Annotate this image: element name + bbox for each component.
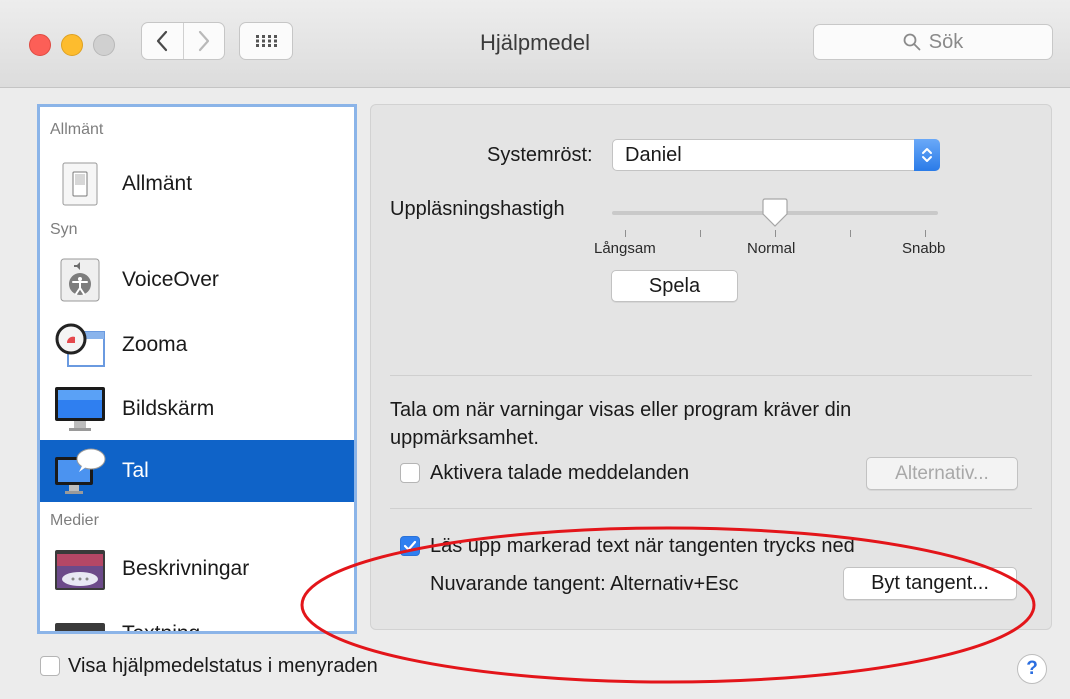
group-label-general: Allmänt [50,121,104,138]
system-voice-label: Systemröst: [487,144,593,166]
enable-announcements-label: Aktivera talade meddelanden [430,462,690,484]
group-label-media: Medier [50,512,99,529]
slider-tick [775,230,776,237]
sidebar-item-general[interactable]: Allmänt [40,153,354,215]
sidebar-item-label: VoiceOver [122,268,219,291]
sidebar-item-label: Bildskärm [122,397,215,420]
play-button[interactable]: Spela [611,270,738,302]
slider-tick [925,230,926,237]
sidebar-item-captions[interactable]: Textning [40,603,354,634]
speak-selection-checkbox[interactable] [400,536,420,556]
category-list[interactable]: Allmänt Allmänt Syn VoiceOver Zooma Bild… [37,104,357,634]
slider-tick [700,230,701,237]
sidebar-item-label: Beskrivningar [122,557,250,580]
alerts-text-line2: uppmärksamhet. [390,427,539,449]
speaking-rate-slider-knob[interactable] [760,198,790,228]
speak-selection-label: Läs upp markerad text när tangenten tryc… [430,535,855,557]
speaking-rate-label: Uppläsningshastigh [390,198,565,220]
slider-tick [850,230,851,237]
rate-tick-normal: Normal [747,240,796,257]
switch-icon [54,158,106,210]
alerts-description: Tala om när varningar visas eller progra… [390,396,851,452]
title-bar: Hjälpmedel Sök [0,0,1070,88]
sidebar-item-label: Zooma [122,333,188,356]
sidebar-item-zoom[interactable]: Zooma [40,314,354,376]
slider-tick [625,230,626,237]
checkmark-icon [403,540,417,551]
sidebar-item-display[interactable]: Bildskärm [40,378,354,440]
sidebar-item-label: Allmänt [122,172,193,195]
magnifier-icon [903,33,921,51]
rate-tick-fast: Snabb [902,240,946,257]
current-key-label: Nuvarande tangent: Alternativ+Esc [430,573,739,595]
system-voice-value: Daniel [625,144,682,166]
search-placeholder: Sök [928,30,964,53]
help-icon: ? [1026,658,1038,679]
popup-arrows-icon [914,139,940,171]
sidebar-item-descriptions[interactable]: Beskrivningar [40,538,354,600]
voiceover-icon [54,254,106,306]
sidebar-item-speech[interactable]: Tal [40,440,354,502]
captions-icon [54,608,106,631]
enable-announcements-checkbox[interactable] [400,463,420,483]
separator [390,508,1032,509]
search-field[interactable]: Sök [813,24,1053,60]
change-key-button[interactable]: Byt tangent... [843,567,1017,600]
monitor-icon [54,383,106,435]
magnifier-window-icon [54,319,106,371]
show-status-label: Visa hjälpmedelstatus i menyraden [68,655,378,677]
help-button[interactable]: ? [1017,654,1047,684]
system-voice-popup[interactable]: Daniel [612,139,940,171]
show-status-checkbox[interactable] [40,656,60,676]
descriptions-icon [54,543,106,595]
rate-tick-slow: Långsam [594,240,656,257]
speech-monitor-icon [54,445,106,497]
sidebar-item-voiceover[interactable]: VoiceOver [40,249,354,311]
alerts-text-line1: Tala om när varningar visas eller progra… [390,399,852,421]
sidebar-item-label: Textning [122,622,201,634]
announcements-options-button[interactable]: Alternativ... [866,457,1018,490]
sidebar-item-label: Tal [122,459,149,482]
separator [390,375,1032,376]
group-label-vision: Syn [50,221,78,238]
